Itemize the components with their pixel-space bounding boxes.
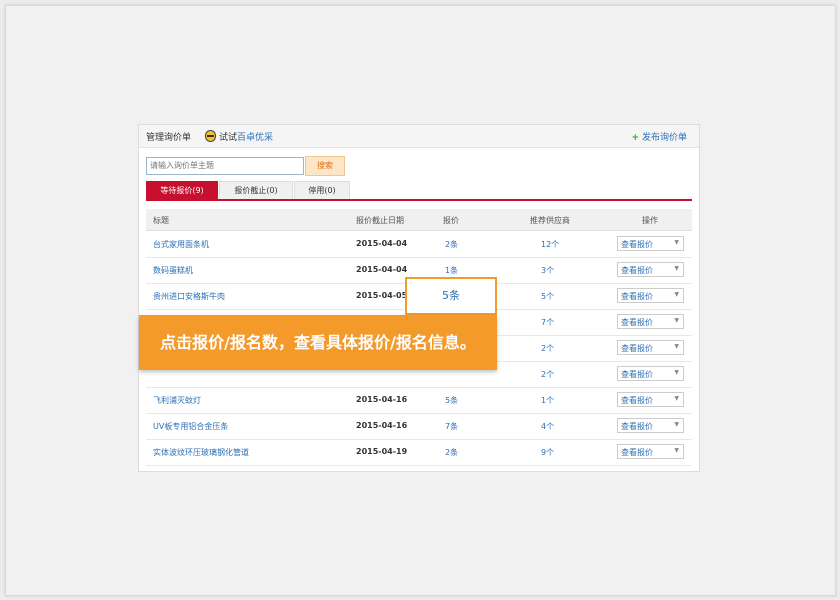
col-suppliers: 推荐供应商 (530, 216, 570, 225)
row-title[interactable]: 贵州进口安格斯牛肉 (153, 291, 225, 302)
table-row: 台式家用面条机 2015-04-04 2条 12个 查看报价 ▼ (146, 231, 692, 258)
row-title[interactable]: 实体波纹环压玻璃钢化管道 (153, 447, 249, 458)
row-supplier-count[interactable]: 2个 (541, 343, 554, 354)
row-supplier-count[interactable]: 1个 (541, 395, 554, 406)
chevron-down-icon: ▼ (674, 291, 679, 298)
row-quote-count[interactable]: 2条 (445, 239, 458, 250)
row-title[interactable]: UV板专用铝合金压条 (153, 421, 228, 432)
chevron-down-icon: ▼ (674, 317, 679, 324)
row-supplier-count[interactable]: 7个 (541, 317, 554, 328)
view-quotes-label: 查看报价 (621, 344, 653, 353)
view-quotes-dropdown[interactable]: 查看报价 ▼ (617, 236, 684, 251)
col-title: 标题 (153, 216, 169, 225)
tab-disabled[interactable]: 停用(0) (294, 181, 350, 199)
chevron-down-icon: ▼ (674, 369, 679, 376)
row-supplier-count[interactable]: 5个 (541, 291, 554, 302)
view-quotes-label: 查看报价 (621, 448, 653, 457)
table-header: 标题 报价截止日期 报价 推荐供应商 操作 (146, 209, 692, 231)
view-quotes-label: 查看报价 (621, 292, 653, 301)
row-deadline: 2015-04-05 (356, 291, 408, 300)
chevron-down-icon: ▼ (674, 395, 679, 402)
chevron-down-icon: ▼ (674, 447, 679, 454)
tab-underline (146, 199, 692, 201)
view-quotes-label: 查看报价 (621, 240, 653, 249)
row-deadline: 2015-04-16 (356, 395, 408, 404)
view-quotes-dropdown[interactable]: 查看报价 ▼ (617, 418, 684, 433)
chevron-down-icon: ▼ (674, 239, 679, 246)
col-deadline: 报价截止日期 (356, 216, 404, 225)
row-supplier-count[interactable]: 12个 (541, 239, 559, 250)
search-button[interactable]: 搜索 (305, 156, 345, 176)
publish-label[interactable]: 发布询价单 (642, 133, 687, 143)
view-quotes-dropdown[interactable]: 查看报价 ▼ (617, 288, 684, 303)
chevron-down-icon: ▼ (674, 265, 679, 272)
col-action: 操作 (642, 216, 658, 225)
row-supplier-count[interactable]: 3个 (541, 265, 554, 276)
view-quotes-label: 查看报价 (621, 396, 653, 405)
trial-link[interactable]: 试试百卓优采 (219, 130, 273, 143)
publish-inquiry-link[interactable]: + 发布询价单 (631, 130, 687, 143)
panel-header: 管理询价单 试试百卓优采 + 发布询价单 (139, 125, 699, 148)
view-quotes-dropdown[interactable]: 查看报价 ▼ (617, 340, 684, 355)
trial-prefix: 试试 (219, 133, 238, 143)
row-deadline: 2015-04-19 (356, 447, 408, 456)
row-deadline: 2015-04-04 (356, 239, 408, 248)
trial-brand[interactable]: 百卓优采 (237, 133, 273, 143)
tab-waiting[interactable]: 等待报价(9) (146, 181, 218, 199)
row-quote-count[interactable]: 5条 (445, 395, 458, 406)
table-row: 实体波纹环压玻璃钢化管道 2015-04-19 2条 9个 查看报价 ▼ (146, 439, 692, 466)
view-quotes-dropdown[interactable]: 查看报价 ▼ (617, 444, 684, 459)
chevron-down-icon: ▼ (674, 343, 679, 350)
quote-count-callout[interactable]: 5条 (405, 277, 497, 315)
row-deadline: 2015-04-16 (356, 421, 408, 430)
row-supplier-count[interactable]: 4个 (541, 421, 554, 432)
chevron-down-icon: ▼ (674, 421, 679, 428)
view-quotes-label: 查看报价 (621, 266, 653, 275)
view-quotes-label: 查看报价 (621, 370, 653, 379)
hint-banner: 点击报价/报名数，查看具体报价/报名信息。 (139, 315, 497, 370)
view-quotes-label: 查看报价 (621, 422, 653, 431)
row-supplier-count[interactable]: 2个 (541, 369, 554, 380)
table-row: UV板专用铝合金压条 2015-04-16 7条 4个 查看报价 ▼ (146, 413, 692, 440)
view-quotes-dropdown[interactable]: 查看报价 ▼ (617, 262, 684, 277)
row-title[interactable]: 飞利浦灭蚊灯 (153, 395, 201, 406)
row-supplier-count[interactable]: 9个 (541, 447, 554, 458)
row-quote-count[interactable]: 7条 (445, 421, 458, 432)
row-quote-count[interactable]: 1条 (445, 265, 458, 276)
plus-icon: + (631, 133, 639, 143)
row-title[interactable]: 台式家用面条机 (153, 239, 209, 250)
row-quote-count[interactable]: 2条 (445, 447, 458, 458)
bee-icon (205, 130, 216, 142)
page-title: 管理询价单 (146, 133, 192, 143)
table-row: 飞利浦灭蚊灯 2015-04-16 5条 1个 查看报价 ▼ (146, 387, 692, 414)
row-deadline: 2015-04-04 (356, 265, 408, 274)
row-title[interactable]: 数码蛋糕机 (153, 265, 193, 276)
view-quotes-dropdown[interactable]: 查看报价 ▼ (617, 314, 684, 329)
view-quotes-dropdown[interactable]: 查看报价 ▼ (617, 366, 684, 381)
search-input[interactable] (146, 157, 304, 175)
view-quotes-label: 查看报价 (621, 318, 653, 327)
view-quotes-dropdown[interactable]: 查看报价 ▼ (617, 392, 684, 407)
tab-closed[interactable]: 报价截止(0) (219, 181, 293, 199)
col-quotes: 报价 (443, 216, 459, 225)
